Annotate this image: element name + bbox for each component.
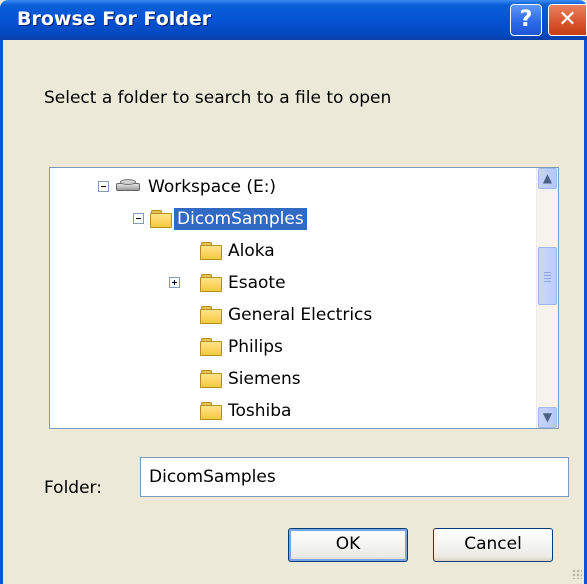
tree-item-label: DicomSamples (174, 208, 307, 230)
scroll-up-button[interactable]: ▲ (538, 168, 557, 189)
tree-item-toshiba[interactable]: Toshiba (50, 397, 530, 427)
tree-item-label: Workspace (E:) (148, 177, 277, 197)
folder-tree[interactable]: Workspace (E:) DicomSamples Aloka Esaote… (49, 167, 559, 429)
tree-item-siemens[interactable]: Siemens (50, 365, 530, 395)
title-bar[interactable]: Browse For Folder ? ✕ (0, 0, 587, 40)
tree-item-label: Esaote (228, 273, 286, 293)
tree-item-esaote[interactable]: Esaote (50, 269, 530, 299)
folder-input[interactable] (140, 457, 569, 497)
tree-item-philips[interactable]: Philips (50, 333, 530, 363)
folder-icon (200, 306, 222, 324)
drive-icon (116, 179, 140, 193)
collapse-icon[interactable] (133, 213, 144, 224)
folder-open-icon (150, 210, 172, 228)
cancel-button[interactable]: Cancel (433, 528, 553, 562)
help-button[interactable]: ? (510, 4, 542, 36)
tree-item-label: Toshiba (228, 401, 292, 421)
folder-field-label: Folder: (44, 478, 102, 498)
window-title: Browse For Folder (17, 8, 212, 30)
resize-grip[interactable] (572, 569, 582, 579)
scroll-thumb[interactable] (538, 247, 557, 305)
tree-item-general-electrics[interactable]: General Electrics (50, 301, 530, 331)
scroll-down-button[interactable]: ▼ (538, 407, 557, 428)
folder-icon (200, 242, 222, 260)
close-button[interactable]: ✕ (548, 4, 587, 36)
browse-for-folder-dialog: Browse For Folder ? ✕ Select a folder to… (0, 0, 587, 584)
tree-item-dicomsamples[interactable]: DicomSamples (50, 205, 530, 235)
tree-item-label: General Electrics (228, 305, 373, 325)
folder-icon (200, 338, 222, 356)
tree-item-label: Philips (228, 337, 283, 357)
ok-button[interactable]: OK (288, 528, 408, 562)
tree-item-aloka[interactable]: Aloka (50, 237, 530, 267)
tree-item-label: Aloka (228, 241, 275, 261)
expand-icon[interactable] (169, 277, 180, 288)
vertical-scrollbar[interactable]: ▲ ▼ (536, 168, 558, 428)
tree-item-workspace[interactable]: Workspace (E:) (50, 173, 530, 203)
window-frame-left (0, 40, 3, 584)
tree-item-label: Siemens (228, 369, 301, 389)
collapse-icon[interactable] (98, 181, 109, 192)
folder-icon (200, 370, 222, 388)
folder-icon (200, 402, 222, 420)
folder-icon (200, 274, 222, 292)
instruction-text: Select a folder to search to a file to o… (44, 88, 392, 108)
